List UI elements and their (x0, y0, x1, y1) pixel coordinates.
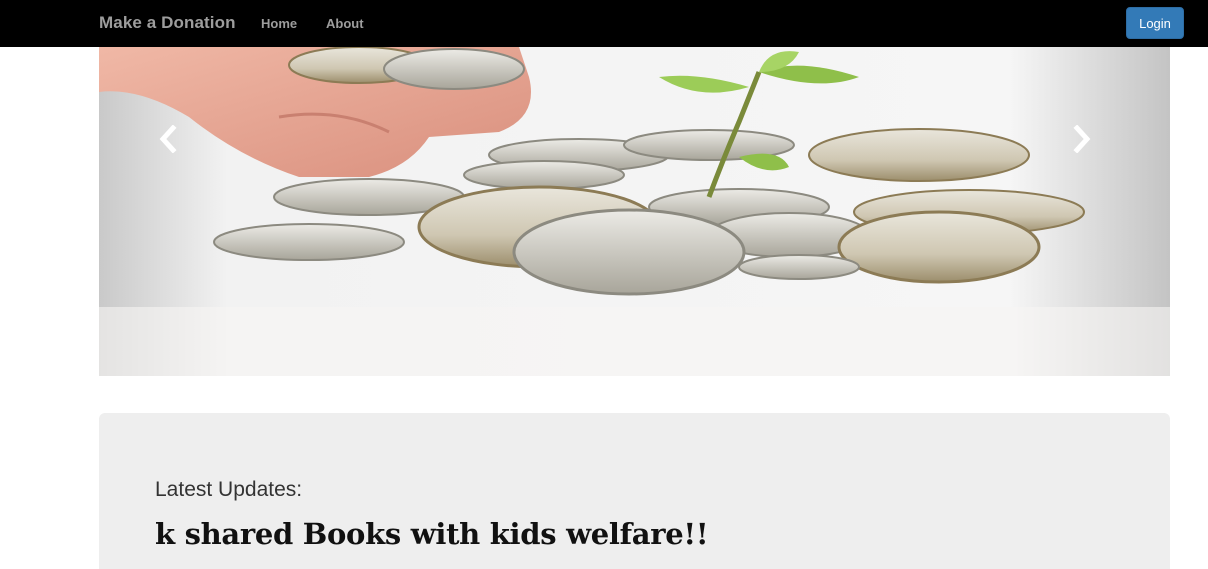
carousel-next-button[interactable] (1070, 125, 1110, 165)
carousel-image (99, 47, 1170, 376)
hero-carousel (99, 47, 1170, 376)
brand-link[interactable]: Make a Donation (99, 13, 236, 33)
updates-label: Latest Updates: (155, 478, 303, 501)
chevron-left-icon (159, 125, 177, 153)
login-button[interactable]: Login (1126, 7, 1184, 39)
update-headline: k shared Books with kids welfare!! (155, 517, 709, 551)
carousel-prev-button[interactable] (156, 125, 196, 165)
latest-updates-panel: Latest Updates: k shared Books with kids… (99, 413, 1170, 569)
chevron-right-icon (1073, 125, 1091, 153)
top-navbar: Make a Donation Home About Login (0, 0, 1208, 47)
nav-link-home[interactable]: Home (261, 16, 297, 31)
nav-link-about[interactable]: About (326, 16, 364, 31)
